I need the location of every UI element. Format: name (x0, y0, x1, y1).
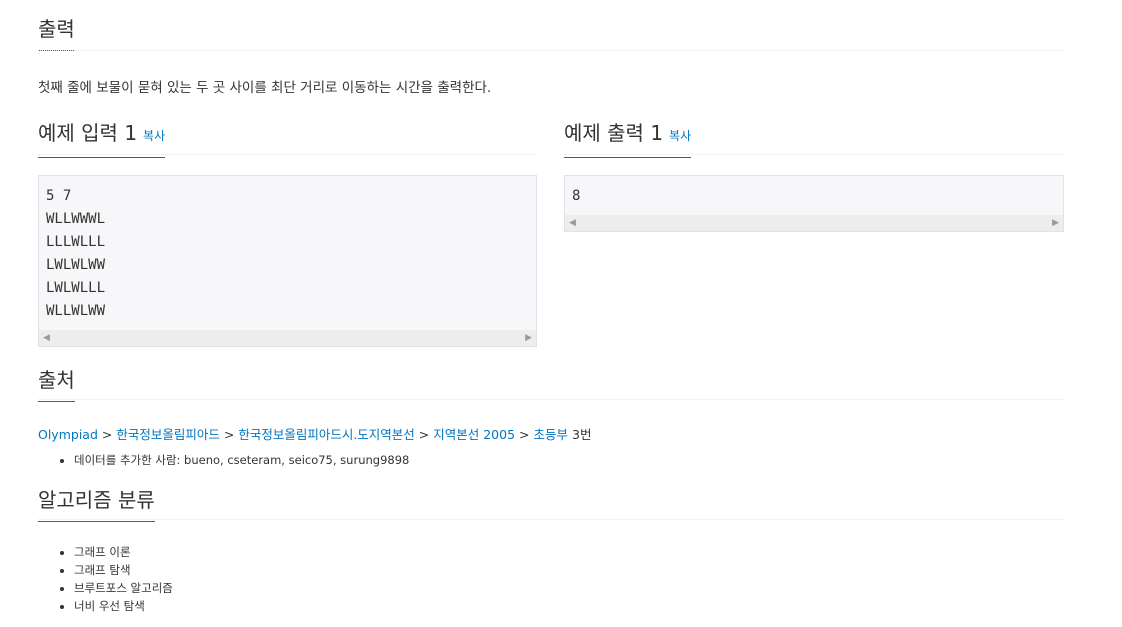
breadcrumb-separator: > (418, 427, 430, 442)
algorithm-section-header: 알고리즘 분류 (38, 487, 1063, 522)
horizontal-scrollbar[interactable]: ◀ ▶ (565, 215, 1063, 231)
output-section-header: 출력 (38, 16, 1063, 51)
source-link-regional[interactable]: 한국정보올림피아드시.도지역본선 (238, 427, 414, 442)
contributors-list: 데이터를 추가한 사람: bueno, cseteram, seico75, s… (38, 451, 409, 469)
section-divider (38, 519, 1063, 520)
section-divider (38, 50, 1063, 51)
scroll-right-icon[interactable]: ▶ (1052, 217, 1059, 229)
sample-output-title: 예제 출력 1 (564, 121, 664, 145)
section-divider (38, 399, 1063, 400)
sample-input-heading: 예제 입력 1 복사 (38, 120, 166, 158)
horizontal-scrollbar[interactable]: ◀ ▶ (39, 330, 536, 346)
output-description: 첫째 줄에 보물이 묻혀 있는 두 곳 사이를 최단 거리로 이동하는 시간을 … (38, 80, 492, 96)
scroll-left-icon[interactable]: ◀ (569, 217, 576, 229)
source-link-2005[interactable]: 지역본선 2005 (433, 427, 515, 442)
algorithm-tag[interactable]: 브루트포스 알고리즘 (74, 579, 173, 597)
section-divider (564, 154, 1063, 155)
sample-output-box[interactable]: 8 ◀ ▶ (564, 175, 1064, 232)
output-section-title: 출력 (38, 16, 75, 51)
breadcrumb-separator: > (101, 427, 113, 442)
sample-input-header: 예제 입력 1 복사 (38, 120, 538, 158)
breadcrumb-separator: > (519, 427, 530, 442)
copy-sample-output-button[interactable]: 복사 (669, 129, 691, 143)
source-section-header: 출처 (38, 367, 1063, 402)
sample-output-heading: 예제 출력 1 복사 (564, 120, 692, 158)
source-link-elementary[interactable]: 초등부 (534, 427, 569, 442)
scroll-left-icon[interactable]: ◀ (43, 332, 50, 344)
algorithm-tag[interactable]: 그래프 탐색 (74, 561, 173, 579)
algorithm-section-title: 알고리즘 분류 (38, 487, 155, 522)
source-section-title: 출처 (38, 367, 75, 402)
scroll-right-icon[interactable]: ▶ (525, 332, 532, 344)
breadcrumb-separator: > (223, 427, 235, 442)
source-link-koi[interactable]: 한국정보올림피아드 (116, 427, 220, 442)
sample-input-text: 5 7 WLLWWWL LLLWLLL LWLWLWW LWLWLLL WLLW… (46, 188, 106, 319)
source-problem-number: 3번 (572, 427, 592, 442)
algorithm-tag[interactable]: 그래프 이론 (74, 543, 173, 561)
sample-input-title: 예제 입력 1 (38, 121, 138, 145)
copy-sample-input-button[interactable]: 복사 (143, 129, 165, 143)
sample-output-text: 8 (572, 188, 581, 204)
sample-output-header: 예제 출력 1 복사 (564, 120, 1063, 158)
algorithm-tags-list: 그래프 이론 그래프 탐색 브루트포스 알고리즘 너비 우선 탐색 (38, 543, 173, 615)
section-divider (38, 154, 538, 155)
algorithm-tag[interactable]: 너비 우선 탐색 (74, 597, 173, 615)
source-link-olympiad[interactable]: Olympiad (38, 427, 98, 442)
contributors-item: 데이터를 추가한 사람: bueno, cseteram, seico75, s… (74, 451, 409, 469)
sample-input-box[interactable]: 5 7 WLLWWWL LLLWLLL LWLWLWW LWLWLLL WLLW… (38, 175, 537, 347)
source-breadcrumb: Olympiad > 한국정보올림피아드 > 한국정보올림피아드시.도지역본선 … (38, 424, 591, 443)
